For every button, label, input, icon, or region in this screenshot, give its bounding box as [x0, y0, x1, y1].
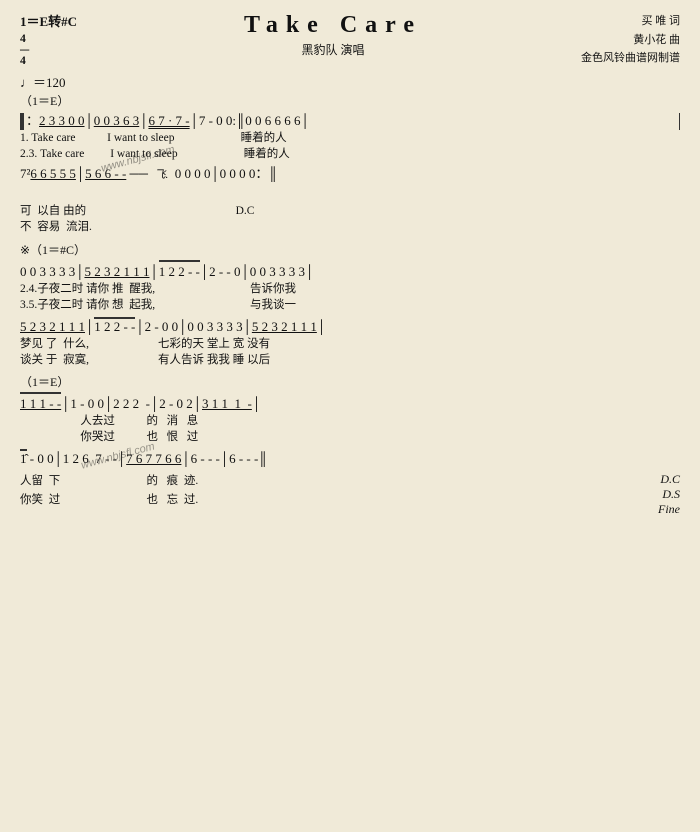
lyrics-line-4: 梦见 了 什么, 七彩的天 堂上 宽 没有 谈关 于 寂寞, 有人告诉 我我 睡…	[20, 336, 680, 368]
bar-line-1: ：2 3 3 0 0│0 0 3 6 3│6 7 · 7 -│7 - 0 0:║…	[20, 113, 680, 130]
key-change-e: （1＝E）	[20, 373, 680, 390]
ds-marking: D.S	[658, 487, 680, 502]
bar-line-4: 5 2 3 2 1 1 1│1 2 2 - -│2 - 0 0│0 0 3 3 …	[20, 317, 680, 336]
dc-marking: D.C	[658, 472, 680, 487]
bar-line-3: 0 0 3 3 3 3│5 2 3 2 1 1 1│1 2 2 - -│2 - …	[20, 260, 680, 281]
lyrics-line-5: 人去过 的 消 息 你哭过 也 恨 过	[20, 413, 680, 445]
section-marker: ※（1＝#C）	[20, 241, 680, 258]
credits-right: 买 唯 词 黄小花 曲 金色风铃曲谱网制谱	[581, 12, 680, 68]
title-center: Take Care 黑豹队 演唱	[244, 12, 422, 58]
lyrics-line-3: 2.4.子夜二时 请你 推 醒我, 告诉你我 3.5.子夜二时 请你 想 起我,…	[20, 281, 680, 313]
lyrics-line-6: 人留 下 的 痕 迹. 你笑 过 也 忘 过.	[20, 472, 198, 517]
lyrics-line-2: 可 以自 由的 D.C 不 容易 流泪.	[20, 203, 680, 235]
key-e: （1＝E）	[20, 92, 680, 109]
end-markings: D.C D.S Fine	[658, 472, 680, 517]
key-time: 1＝E转#C 4 ─ 4	[20, 12, 85, 67]
bar-line-5: 1 1 1 - -│1 - 0 0│2 2 2 -│2 - 0 2│3 1 1 …	[20, 392, 680, 413]
lyrics-line-6-container: 人留 下 的 痕 迹. 你笑 过 也 忘 过. D.C D.S Fine	[20, 472, 680, 517]
fine-marking: Fine	[658, 502, 680, 517]
tempo-line: ♩＝120	[20, 72, 680, 91]
